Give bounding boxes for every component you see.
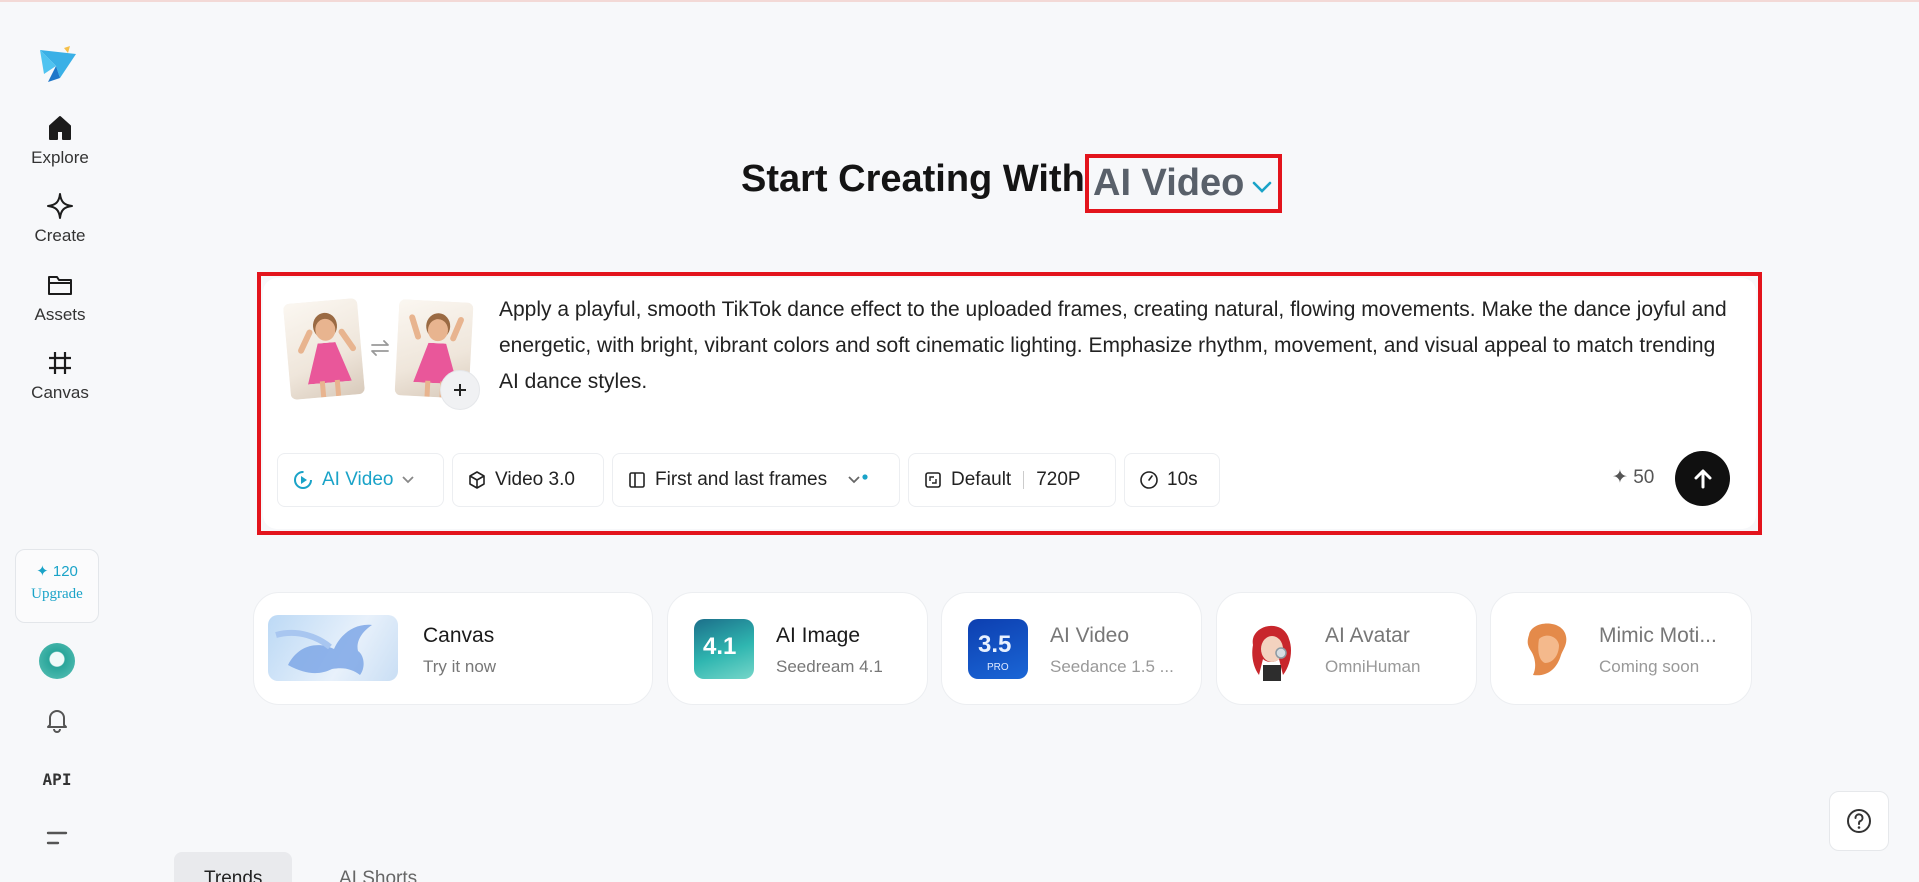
menu-icon: [46, 831, 68, 845]
top-border: [0, 0, 1919, 2]
api-label: API: [42, 770, 72, 789]
card-title: AI Image: [776, 624, 861, 647]
ai-avatar-thumbnail: [1239, 615, 1305, 681]
card-title: Mimic Moti...: [1599, 624, 1717, 647]
frame-icon: [49, 352, 71, 374]
generate-button[interactable]: [1675, 451, 1730, 506]
card-badge: 4.1: [703, 633, 737, 660]
page-title: Start Creating With: [741, 158, 1085, 200]
question-icon: [1847, 809, 1871, 833]
feature-card-ai-avatar[interactable]: AI Avatar OmniHuman: [1216, 592, 1477, 705]
sidebar: Explore Create Assets Canvas ✦ 120 Upgra…: [0, 0, 120, 882]
sidebar-item-label: Create: [34, 226, 86, 245]
notifications-button[interactable]: [0, 707, 114, 738]
sidebar-item-create[interactable]: Create: [0, 192, 120, 246]
frames-mode-label: First and last frames: [655, 469, 828, 490]
sidebar-item-label: Canvas: [31, 383, 89, 402]
model-dropdown[interactable]: Video 3.0: [452, 453, 604, 507]
card-title: AI Video: [1050, 624, 1130, 647]
aspect-ratio-label: Default: [951, 469, 1012, 490]
model-label: Video 3.0: [495, 469, 575, 490]
card-subtitle: Try it now: [423, 657, 497, 676]
tab-trends[interactable]: Trends: [174, 852, 293, 882]
video-spark-icon: [294, 471, 312, 489]
feature-card-ai-video[interactable]: 3.5 PRO AI Video Seedance 1.5 ...: [941, 592, 1202, 705]
swap-icon[interactable]: [369, 338, 391, 358]
avatar[interactable]: [39, 643, 75, 679]
frames-mode-dropdown[interactable]: First and last frames: [612, 453, 900, 507]
card-title: Canvas: [423, 624, 495, 647]
divider: [1023, 471, 1025, 489]
feature-card-ai-image[interactable]: 4.1 AI Image Seedream 4.1: [667, 592, 928, 705]
ai-image-thumbnail: 4.1: [694, 619, 754, 679]
chevron-down-icon: [1253, 181, 1272, 193]
card-subtitle: OmniHuman: [1325, 657, 1421, 676]
generation-mode-label: AI Video: [322, 469, 394, 490]
sidebar-item-label: Explore: [31, 148, 89, 167]
sidebar-item-explore[interactable]: Explore: [0, 114, 120, 168]
sparkle-icon: [47, 193, 73, 219]
card-subtitle: Seedream 4.1: [776, 657, 883, 676]
api-button[interactable]: API: [0, 770, 114, 790]
card-subtitle: Seedance 1.5 ...: [1050, 657, 1174, 676]
clock-icon: [1140, 471, 1158, 489]
add-frame-button[interactable]: [440, 370, 480, 410]
ai-video-thumbnail: 3.5 PRO: [968, 619, 1028, 679]
plus-icon: [454, 384, 466, 396]
aspect-resolution-dropdown[interactable]: Default 720P: [908, 453, 1116, 507]
tab-ai-shorts[interactable]: AI Shorts: [309, 852, 447, 882]
canvas-thumbnail: [268, 615, 398, 681]
upgrade-card[interactable]: ✦ 120 Upgrade: [15, 549, 99, 623]
feature-card-canvas[interactable]: Canvas Try it now: [253, 592, 653, 705]
help-button[interactable]: [1829, 791, 1889, 851]
credits-count: ✦ 120: [36, 563, 78, 580]
app-logo[interactable]: [38, 44, 78, 84]
mode-selector-label: AI Video: [1093, 162, 1245, 204]
credit-cost: ✦ 50: [1612, 467, 1655, 488]
card-badge: 3.5: [978, 631, 1012, 658]
aspect-ratio-icon: [925, 472, 941, 488]
generation-mode-dropdown[interactable]: AI Video: [277, 453, 444, 507]
first-frame-thumbnail[interactable]: [282, 297, 366, 401]
home-icon: [49, 116, 71, 140]
duration-dropdown[interactable]: 10s: [1124, 453, 1220, 507]
arrow-up-icon: [1694, 469, 1711, 488]
resolution-label: 720P: [1036, 469, 1081, 490]
cube-icon: [469, 471, 485, 489]
prompt-input[interactable]: Apply a playful, smooth TikTok dance eff…: [499, 292, 1729, 400]
card-title: AI Avatar: [1325, 624, 1410, 647]
mode-selector[interactable]: AI Video: [1085, 154, 1282, 213]
bell-icon: [47, 710, 67, 733]
duration-label: 10s: [1167, 469, 1198, 490]
chevron-down-icon: [848, 474, 868, 484]
feature-card-mimic-motion[interactable]: Mimic Moti... Coming soon: [1490, 592, 1752, 705]
folder-icon: [48, 276, 72, 295]
sidebar-item-assets[interactable]: Assets: [0, 271, 120, 325]
card-subtitle: Coming soon: [1599, 657, 1700, 676]
mimic-motion-thumbnail: [1513, 615, 1579, 681]
upgrade-link[interactable]: Upgrade: [16, 586, 98, 603]
card-badge-sub: PRO: [987, 662, 1009, 673]
menu-button[interactable]: [0, 828, 114, 853]
sidebar-item-label: Assets: [34, 305, 86, 324]
sidebar-item-canvas[interactable]: Canvas: [0, 349, 120, 403]
frames-icon: [629, 472, 645, 488]
chevron-down-icon: [402, 476, 415, 484]
